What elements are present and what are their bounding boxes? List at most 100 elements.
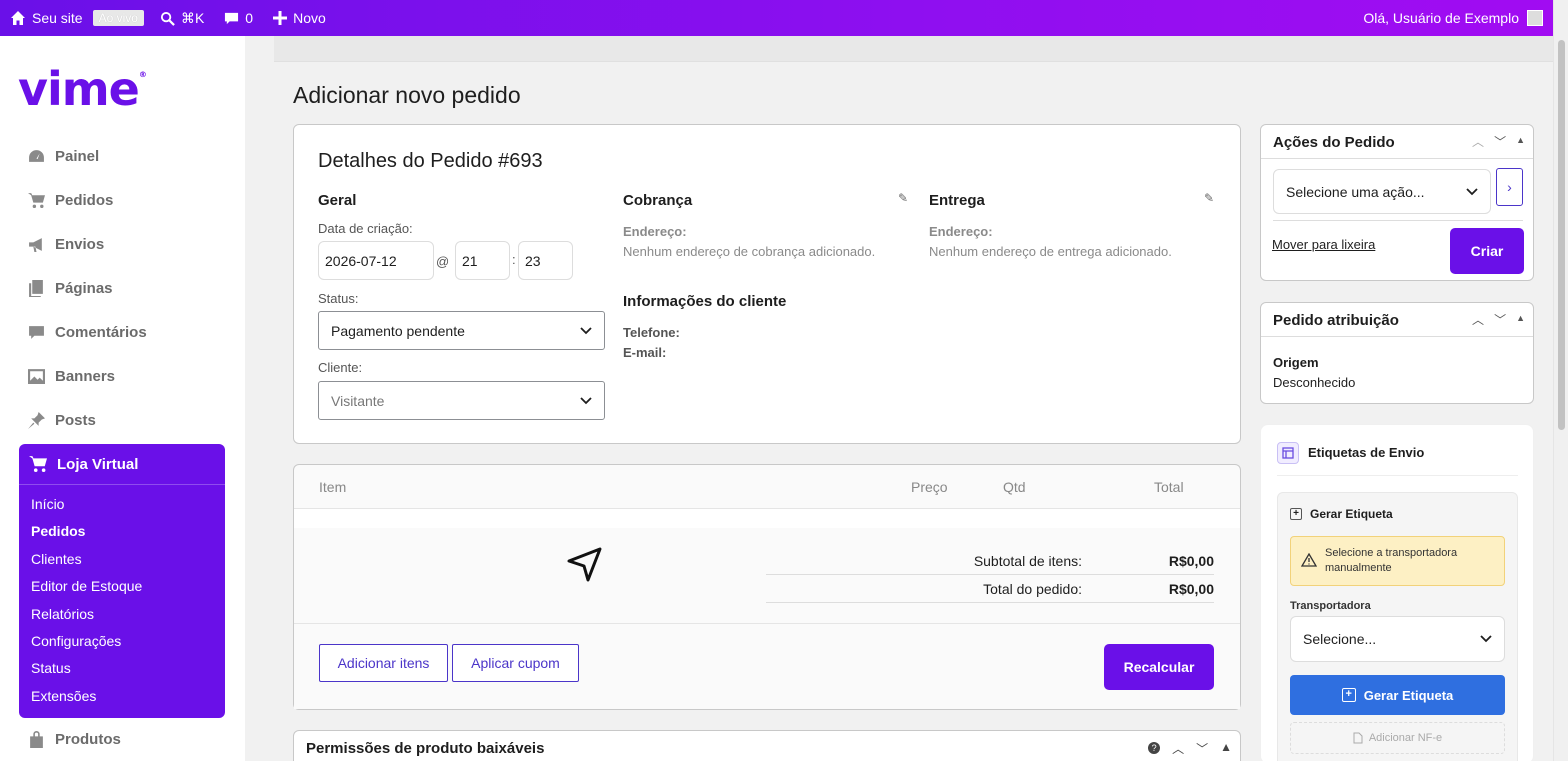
- sidebar-item-comentarios[interactable]: Comentários: [28, 324, 147, 341]
- megaphone-icon: [29, 238, 42, 252]
- page-scrollbar[interactable]: [1553, 0, 1568, 761]
- generate-label-section: + Gerar Etiqueta Selecione a transportad…: [1277, 492, 1518, 761]
- apply-action-button[interactable]: ›: [1496, 168, 1523, 206]
- add-nfe-button[interactable]: Adicionar NF-e: [1290, 722, 1505, 754]
- sidebar-item-posts[interactable]: Posts: [28, 412, 96, 429]
- shipping-labels-title: Etiquetas de Envio: [1308, 445, 1425, 460]
- permissions-title: Permissões de produto baixáveis: [306, 740, 545, 757]
- generate-label-button[interactable]: + Gerar Etiqueta: [1290, 675, 1505, 715]
- carrier-select[interactable]: Selecione...: [1290, 616, 1505, 662]
- label-box-icon: [1277, 442, 1299, 464]
- submenu-item-pedidos[interactable]: Pedidos: [31, 520, 225, 547]
- edit-billing-pencil-icon[interactable]: ✎: [898, 191, 908, 205]
- live-badge[interactable]: Ao vivo: [92, 10, 144, 26]
- sidebar-item-label: Banners: [55, 368, 116, 385]
- plus-square-icon: +: [1341, 688, 1356, 702]
- general-heading: Geral: [318, 192, 357, 209]
- date-input[interactable]: 2026-07-12: [318, 241, 434, 280]
- submenu-item-inicio[interactable]: Início: [31, 493, 225, 520]
- comment-icon: [225, 12, 239, 24]
- origin-value: Desconhecido: [1273, 375, 1356, 390]
- submenu-item-extensoes[interactable]: Extensões: [31, 685, 225, 712]
- attribution-header: Pedido atribuição ︿ ﹀ ▲: [1261, 303, 1533, 337]
- store-submenu: Início Pedidos Clientes Editor de Estoqu…: [19, 485, 225, 712]
- phone-label: Telefone:: [623, 325, 680, 340]
- order-actions-title: Ações do Pedido: [1273, 134, 1395, 151]
- chevron-right-icon: ›: [1507, 179, 1512, 195]
- account-menu[interactable]: Olá, Usuário de Exemplo: [1363, 10, 1553, 26]
- items-actions: Adicionar itens Aplicar cupom Recalcular: [294, 623, 1240, 709]
- downloadable-permissions-panel: Permissões de produto baixáveis ? ︿ ﹀ ▲: [293, 730, 1241, 761]
- move-down-icon[interactable]: ﹀: [1494, 133, 1506, 150]
- sidebar-item-produtos[interactable]: Produtos: [28, 731, 121, 748]
- move-down-icon[interactable]: ﹀: [1494, 311, 1506, 328]
- sidebar-item-banners[interactable]: Banners: [28, 368, 115, 385]
- logo[interactable]: vime®: [18, 62, 147, 116]
- customer-select[interactable]: Visitante: [318, 381, 605, 420]
- move-up-icon[interactable]: ︿: [1172, 740, 1184, 757]
- sidebar-item-envios[interactable]: Envios: [28, 236, 104, 253]
- order-action-select[interactable]: Selecione uma ação...: [1273, 169, 1491, 214]
- cursor-arrow-icon: [567, 547, 602, 582]
- sidebar-item-painel[interactable]: Painel: [28, 148, 99, 165]
- date-label: Data de criação:: [318, 221, 413, 236]
- column-price: Preço: [911, 479, 948, 495]
- permissions-controls: ? ︿ ﹀ ▲: [1148, 740, 1232, 757]
- shipping-address-value: Nenhum endereço de entrega adicionado.: [929, 244, 1172, 259]
- sidebar-item-label: Painel: [55, 148, 100, 165]
- scrollbar-thumb[interactable]: [1558, 40, 1565, 430]
- pin-icon: [28, 412, 45, 429]
- order-actions-panel: Ações do Pedido ︿ ﹀ ▲ Selecione uma ação…: [1260, 124, 1534, 281]
- sidebar-item-label: Comentários: [55, 324, 147, 341]
- status-select[interactable]: Pagamento pendente: [318, 311, 605, 350]
- cart-icon: [29, 456, 47, 472]
- submenu-item-clientes[interactable]: Clientes: [31, 548, 225, 575]
- submenu-item-editor-estoque[interactable]: Editor de Estoque: [31, 575, 225, 602]
- top-strip: [274, 36, 1553, 62]
- sidebar-item-label: Pedidos: [55, 192, 114, 209]
- attribution-controls: ︿ ﹀ ▲: [1472, 311, 1525, 328]
- new-button[interactable]: Novo: [263, 0, 336, 36]
- minute-input[interactable]: 23: [518, 241, 573, 280]
- greeting: Olá, Usuário de Exemplo: [1363, 10, 1519, 26]
- recalculate-button[interactable]: Recalcular: [1104, 644, 1214, 690]
- sidebar-item-pedidos[interactable]: Pedidos: [28, 192, 113, 209]
- order-items-panel: Item Preço Qtd Total Subtotal de itens: …: [293, 464, 1241, 710]
- store-label: Loja Virtual: [57, 455, 139, 473]
- sidebar-item-loja-virtual[interactable]: Loja Virtual: [19, 444, 225, 485]
- move-down-icon[interactable]: ﹀: [1196, 740, 1208, 757]
- submenu-item-configuracoes[interactable]: Configurações: [31, 630, 225, 657]
- order-total-row: Total do pedido: R$0,00: [766, 575, 1214, 603]
- move-up-icon[interactable]: ︿: [1472, 311, 1484, 328]
- create-order-button[interactable]: Criar: [1450, 228, 1524, 274]
- search-button[interactable]: ⌘K: [150, 0, 214, 36]
- hour-input[interactable]: 21: [455, 241, 510, 280]
- collapse-toggle-icon[interactable]: ▲: [1516, 313, 1525, 328]
- order-total-label: Total do pedido:: [983, 581, 1082, 597]
- submenu-item-relatorios[interactable]: Relatórios: [31, 603, 225, 630]
- comment-icon: [29, 326, 44, 339]
- move-up-icon[interactable]: ︿: [1472, 133, 1484, 150]
- sidebar-item-label: Produtos: [55, 731, 121, 748]
- submenu-item-status[interactable]: Status: [31, 657, 225, 684]
- shipping-address-label: Endereço:: [929, 224, 993, 239]
- comments-button[interactable]: 0: [214, 0, 263, 36]
- carrier-warning: Selecione a transportadora manualmente: [1290, 536, 1505, 586]
- apply-coupon-button[interactable]: Aplicar cupom: [452, 644, 579, 682]
- column-total: Total: [1154, 479, 1184, 495]
- add-items-button[interactable]: Adicionar itens: [319, 644, 448, 682]
- move-to-trash-link[interactable]: Mover para lixeira: [1272, 237, 1375, 252]
- carrier-placeholder: Selecione...: [1303, 631, 1377, 647]
- avatar: [1527, 10, 1543, 26]
- shipping-labels-panel: Etiquetas de Envio + Gerar Etiqueta Sele…: [1260, 424, 1534, 761]
- generate-button-label: Gerar Etiqueta: [1363, 687, 1454, 703]
- collapse-toggle-icon[interactable]: ▲: [1516, 135, 1525, 150]
- generate-label-heading: + Gerar Etiqueta: [1290, 507, 1393, 521]
- collapse-toggle-icon[interactable]: ▲: [1220, 740, 1232, 757]
- search-icon: [160, 11, 175, 26]
- site-link[interactable]: Seu site: [0, 0, 93, 36]
- billing-address-value: Nenhum endereço de cobrança adicionado.: [623, 244, 876, 259]
- sidebar-item-paginas[interactable]: Páginas: [28, 280, 113, 297]
- help-icon[interactable]: ?: [1148, 742, 1161, 754]
- edit-shipping-pencil-icon[interactable]: ✎: [1204, 191, 1214, 205]
